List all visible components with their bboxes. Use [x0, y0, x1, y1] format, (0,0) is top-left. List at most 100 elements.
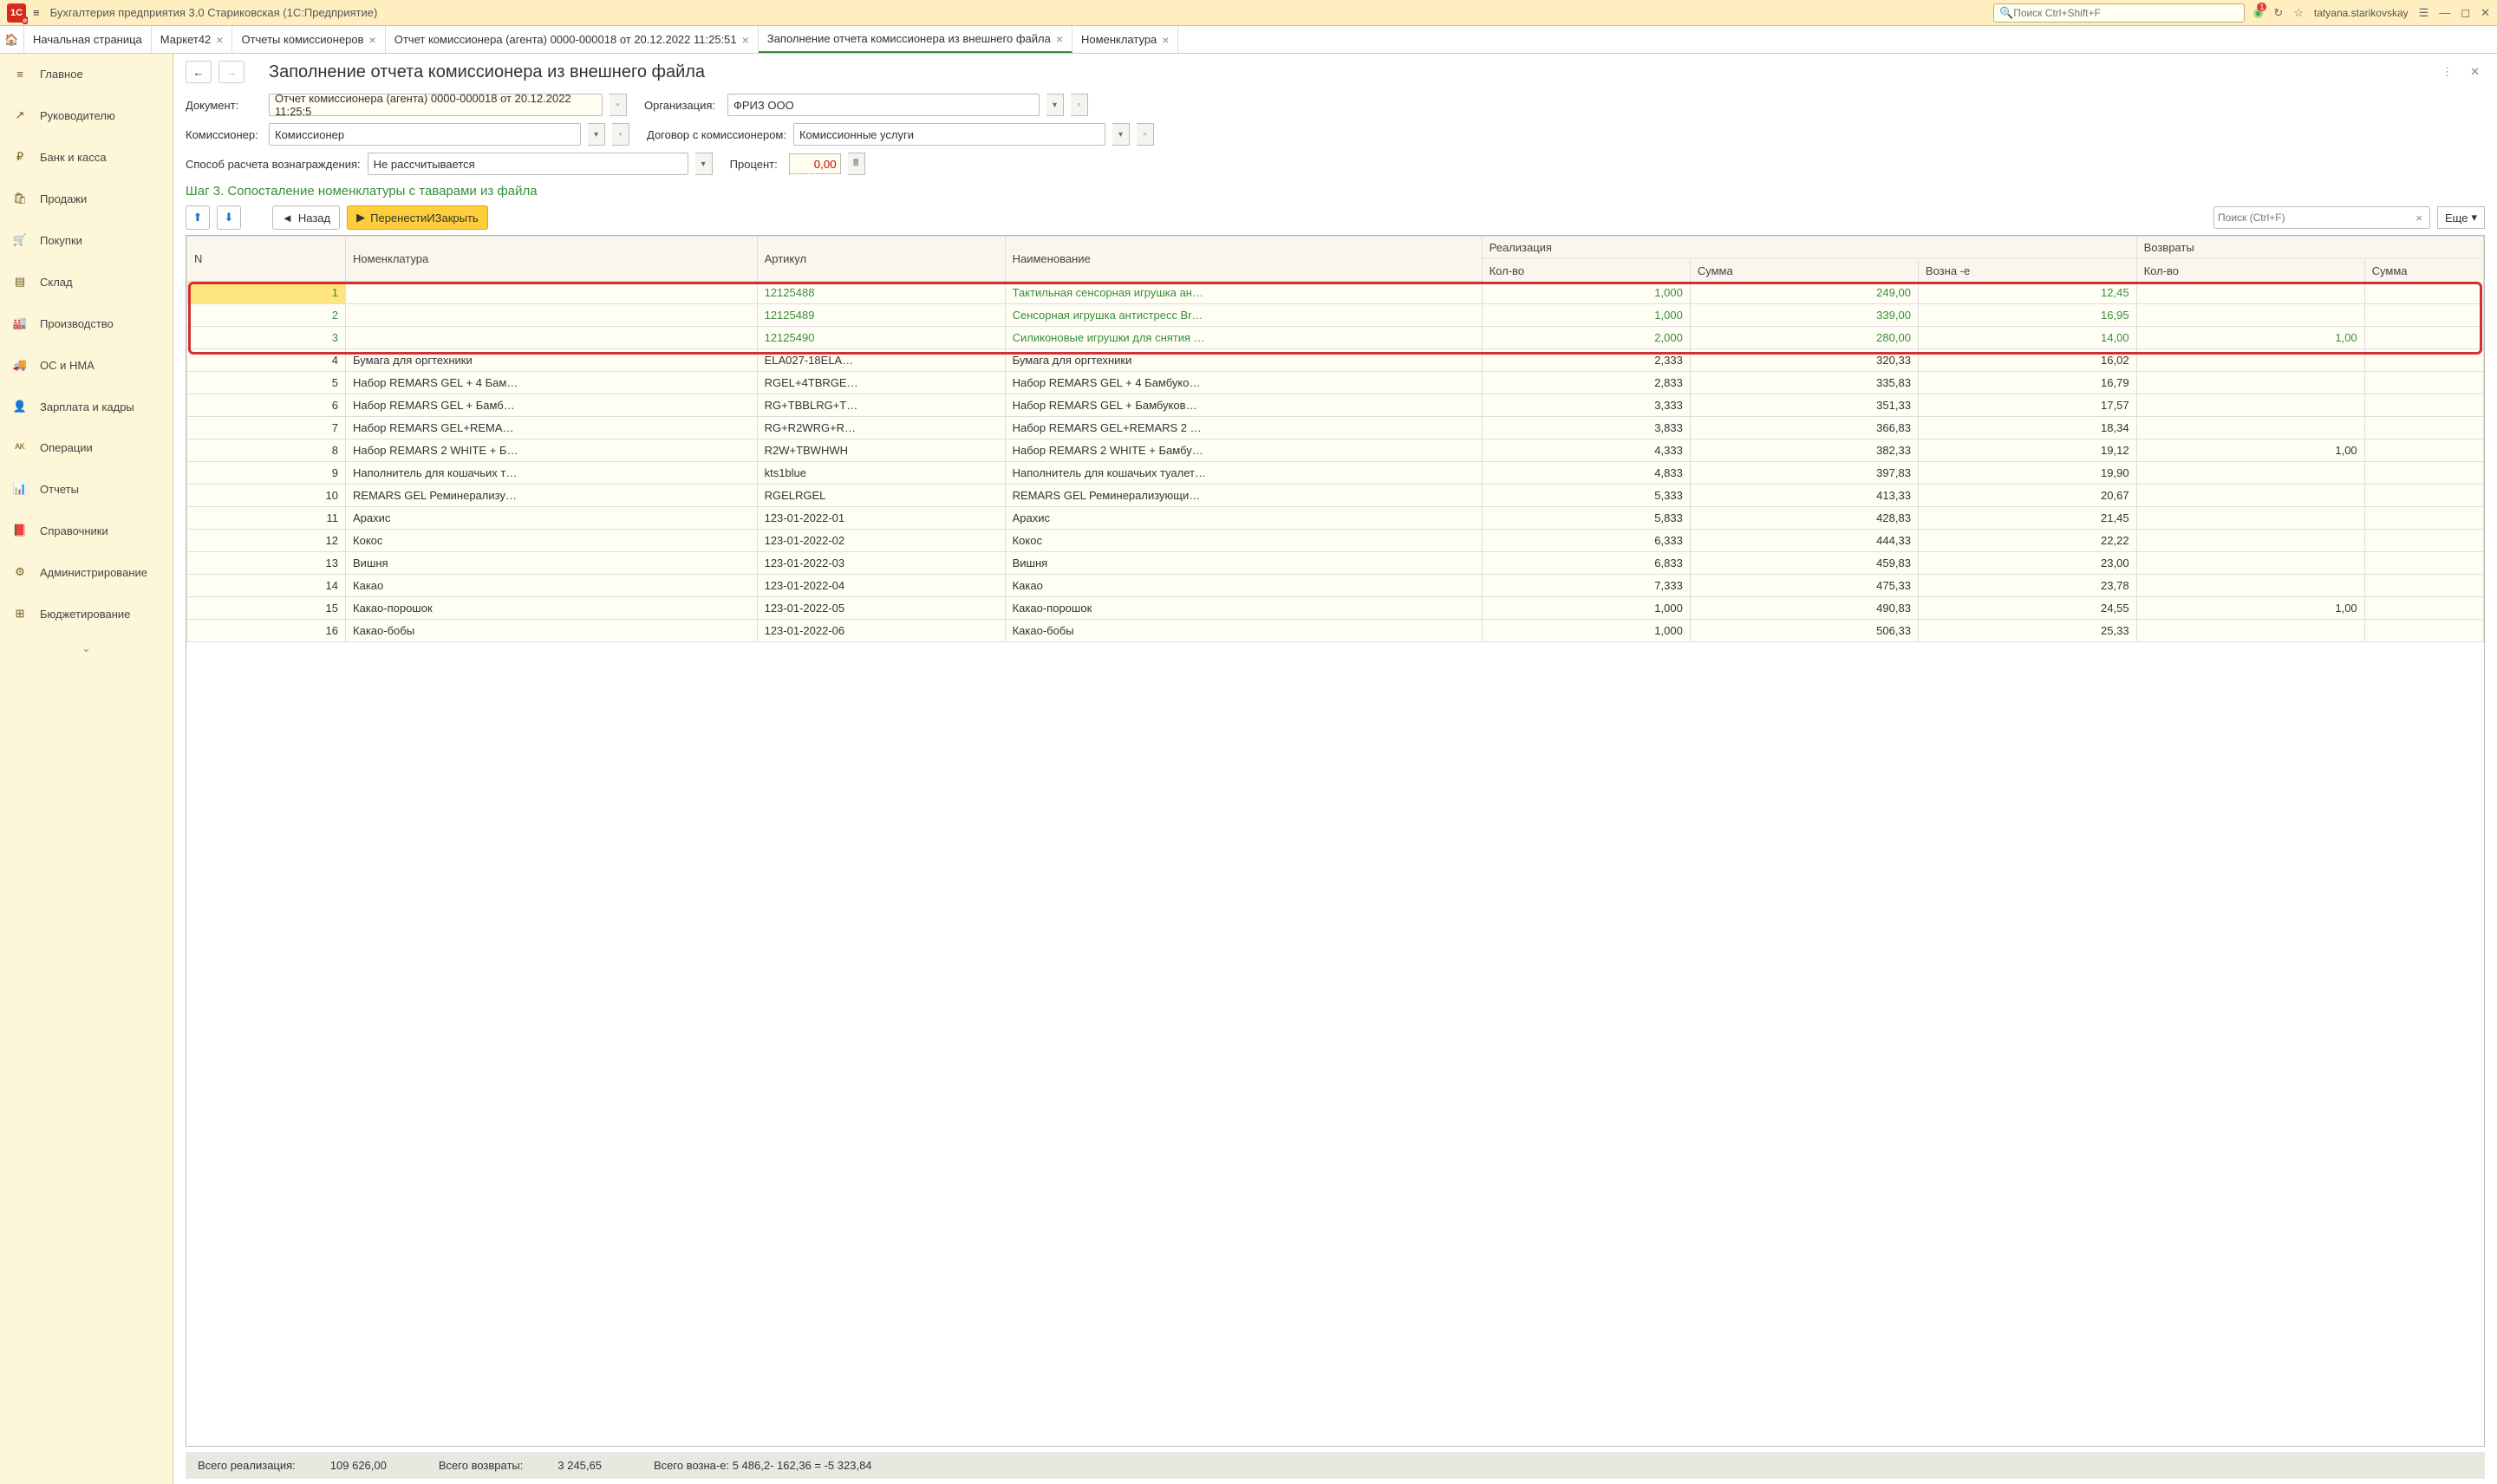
contract-dropdown-icon[interactable]: ▾	[1112, 123, 1130, 146]
sidebar-item-10[interactable]: 📊Отчеты	[0, 468, 173, 510]
table-row[interactable]: 8 Набор REMARS 2 WHITE + Б… R2W+TBWHWH Н…	[187, 439, 2484, 462]
percent-calc-icon[interactable]: 🖩	[848, 153, 865, 175]
document-field[interactable]: Отчет комиссионера (агента) 0000-000018 …	[269, 94, 603, 116]
tab-close-icon[interactable]: ×	[369, 33, 376, 47]
sidebar-item-2[interactable]: ₽Банк и касса	[0, 136, 173, 178]
table-row[interactable]: 12 Кокос 123-01-2022-02 Кокос 6,333 444,…	[187, 530, 2484, 552]
move-up-button[interactable]: ⬆	[186, 205, 210, 230]
data-table[interactable]: N Номенклатура Артикул Наименование Реал…	[186, 235, 2485, 1447]
sidebar-item-5[interactable]: ▤Склад	[0, 261, 173, 303]
sidebar-item-6[interactable]: 🏭Производство	[0, 303, 173, 344]
username[interactable]: tatyana.starikovskay	[2314, 7, 2409, 19]
table-row[interactable]: 11 Арахис 123-01-2022-01 Арахис 5,833 42…	[187, 507, 2484, 530]
commissioner-field[interactable]: Комиссионер	[269, 123, 581, 146]
tab-home-icon[interactable]: 🏠	[0, 26, 24, 53]
more-actions-icon[interactable]: ⋮	[2436, 63, 2458, 81]
global-search-input[interactable]	[2013, 7, 2239, 19]
tab-3[interactable]: Отчет комиссионера (агента) 0000-000018 …	[386, 26, 759, 53]
contract-open-icon[interactable]: ▫	[1137, 123, 1154, 146]
col-fee[interactable]: Возна -е	[1918, 259, 2136, 282]
document-open-icon[interactable]: ▫	[610, 94, 627, 116]
sidebar-label: Бюджетирование	[40, 608, 130, 621]
nav-back-button[interactable]: ←	[186, 61, 212, 83]
col-sum[interactable]: Сумма	[1690, 259, 1918, 282]
total-ret-value: 3 245,65	[557, 1459, 602, 1472]
sidebar-icon: 📕	[12, 524, 28, 537]
tab-2[interactable]: Отчеты комиссионеров×	[232, 26, 385, 53]
more-button[interactable]: Еще ▾	[2437, 206, 2485, 229]
tab-close-icon[interactable]: ×	[1056, 32, 1063, 46]
footer-totals: Всего реализация:109 626,00 Всего возвра…	[186, 1452, 2485, 1479]
sidebar-item-0[interactable]: ≡Главное	[0, 54, 173, 94]
notifications-icon[interactable]: ◉1	[2253, 6, 2263, 20]
table-row[interactable]: 7 Набор REMARS GEL+REMA… RG+R2WRG+R… Наб…	[187, 417, 2484, 439]
col-returns[interactable]: Возвраты	[2136, 237, 2483, 259]
minimize-icon[interactable]: —	[2439, 6, 2450, 19]
step-title: Шаг 3. Сопосталение номенклатуры с тавар…	[173, 179, 2497, 200]
sidebar-item-12[interactable]: ⚙Администрирование	[0, 551, 173, 593]
table-row[interactable]: 15 Какао-порошок 123-01-2022-05 Какао-по…	[187, 597, 2484, 620]
table-row[interactable]: 13 Вишня 123-01-2022-03 Вишня 6,833 459,…	[187, 552, 2484, 575]
settings-icon[interactable]: ☰	[2419, 6, 2429, 20]
commissioner-dropdown-icon[interactable]: ▾	[588, 123, 605, 146]
tab-4[interactable]: Заполнение отчета комиссионера из внешне…	[759, 26, 1072, 53]
tab-close-icon[interactable]: ×	[742, 33, 749, 47]
close-page-icon[interactable]: ✕	[2465, 63, 2485, 81]
calc-method-field[interactable]: Не рассчитывается	[368, 153, 688, 175]
contract-field[interactable]: Комиссионные услуги	[793, 123, 1105, 146]
table-row[interactable]: 1 12125488 Тактильная сенсорная игрушка …	[187, 282, 2484, 304]
col-return-sum[interactable]: Сумма	[2364, 259, 2483, 282]
tab-0[interactable]: Начальная страница	[24, 26, 152, 53]
col-article[interactable]: Артикул	[757, 237, 1005, 282]
maximize-icon[interactable]: ◻	[2461, 6, 2470, 20]
total-fee-value: 5 486,2- 162,36 = -5 323,84	[733, 1459, 872, 1472]
filter-clear-icon[interactable]: ×	[2412, 212, 2426, 225]
table-row[interactable]: 10 REMARS GEL Реминерализу… RGELRGEL REM…	[187, 485, 2484, 507]
sidebar-expand-icon[interactable]: ⌄	[0, 635, 173, 662]
table-row[interactable]: 5 Набор REMARS GEL + 4 Бам… RGEL+4TBRGE……	[187, 372, 2484, 394]
table-row[interactable]: 3 12125490 Силиконовые игрушки для сняти…	[187, 327, 2484, 349]
tab-1[interactable]: Маркет42×	[152, 26, 233, 53]
move-down-button[interactable]: ⬇	[217, 205, 241, 230]
organization-open-icon[interactable]: ▫	[1071, 94, 1088, 116]
menu-icon[interactable]: ≡	[33, 6, 40, 19]
sidebar-item-3[interactable]: 🛍Продажи	[0, 178, 173, 219]
sidebar-item-9[interactable]: ᴬᴷОперации	[0, 427, 173, 468]
table-row[interactable]: 2 12125489 Сенсорная игрушка антистресс …	[187, 304, 2484, 327]
col-nomenclature[interactable]: Номенклатура	[346, 237, 758, 282]
sidebar-item-7[interactable]: 🚚ОС и НМА	[0, 344, 173, 386]
col-name[interactable]: Наименование	[1005, 237, 1482, 282]
tab-close-icon[interactable]: ×	[1162, 33, 1169, 47]
col-qty[interactable]: Кол-во	[1482, 259, 1690, 282]
tab-5[interactable]: Номенклатура×	[1072, 26, 1178, 53]
sidebar-item-13[interactable]: ⊞Бюджетирование	[0, 593, 173, 635]
sidebar-item-8[interactable]: 👤Зарплата и кадры	[0, 386, 173, 427]
table-row[interactable]: 9 Наполнитель для кошачьих т… kts1blue Н…	[187, 462, 2484, 485]
close-window-icon[interactable]: ✕	[2481, 6, 2490, 20]
table-row[interactable]: 14 Какао 123-01-2022-04 Какао 7,333 475,…	[187, 575, 2484, 597]
organization-dropdown-icon[interactable]: ▾	[1046, 94, 1064, 116]
sidebar-item-1[interactable]: ↗Руководителю	[0, 94, 173, 136]
history-icon[interactable]: ↻	[2273, 6, 2283, 20]
favorites-icon[interactable]: ☆	[2293, 6, 2304, 20]
col-n[interactable]: N	[187, 237, 346, 282]
col-return-qty[interactable]: Кол-во	[2136, 259, 2364, 282]
percent-field[interactable]	[789, 153, 841, 174]
organization-field[interactable]: ФРИЗ ООО	[727, 94, 1040, 116]
sidebar-item-4[interactable]: 🛒Покупки	[0, 219, 173, 261]
col-realization[interactable]: Реализация	[1482, 237, 2136, 259]
commissioner-open-icon[interactable]: ▫	[612, 123, 629, 146]
nav-forward-button[interactable]: →	[218, 61, 244, 83]
table-row[interactable]: 16 Какао-бобы 123-01-2022-06 Какао-бобы …	[187, 620, 2484, 642]
table-row[interactable]: 6 Набор REMARS GEL + Бамб… RG+TBBLRG+T… …	[187, 394, 2484, 417]
table-row[interactable]: 4 Бумага для оргтехники ELA027-18ELA… Бу…	[187, 349, 2484, 372]
transfer-close-button[interactable]: ▶ ПеренестиИЗакрыть	[347, 205, 488, 230]
calc-method-dropdown-icon[interactable]: ▾	[695, 153, 713, 175]
table-filter-input[interactable]	[2218, 212, 2412, 224]
total-fee-label: Всего возна-е:	[654, 1459, 729, 1472]
tab-close-icon[interactable]: ×	[216, 33, 223, 47]
global-search[interactable]: 🔍	[1993, 3, 2245, 23]
back-button[interactable]: ◄ Назад	[272, 205, 340, 230]
table-filter[interactable]: ×	[2213, 206, 2430, 229]
sidebar-item-11[interactable]: 📕Справочники	[0, 510, 173, 551]
